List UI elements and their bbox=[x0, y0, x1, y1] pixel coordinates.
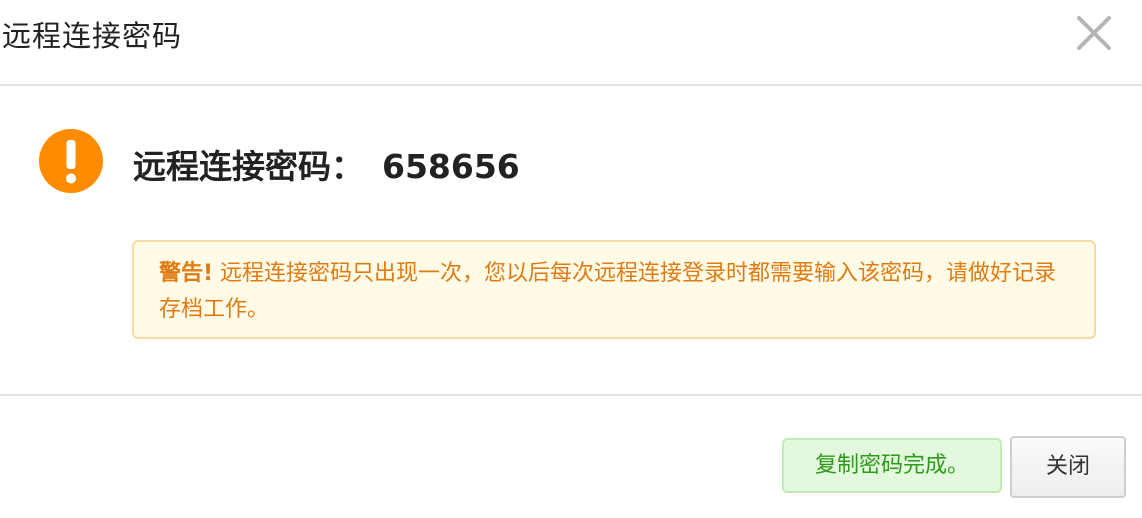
close-x-icon[interactable] bbox=[1074, 13, 1114, 53]
password-label: 远程连接密码： bbox=[133, 147, 364, 186]
password-row: 远程连接密码： 658656 bbox=[133, 144, 520, 190]
remote-password-dialog: 远程连接密码 远程连接密码： 658656 警告! 远程连接密码只出现一次，您以后… bbox=[0, 0, 1142, 518]
copy-success-badge: 复制密码完成。 bbox=[782, 438, 1002, 493]
password-value: 658656 bbox=[382, 147, 520, 186]
dialog-title: 远程连接密码 bbox=[2, 19, 183, 53]
exclamation-circle-icon bbox=[39, 129, 103, 193]
dialog-footer: 复制密码完成。 关闭 bbox=[0, 396, 1142, 518]
close-button[interactable]: 关闭 bbox=[1010, 436, 1126, 498]
dialog-body: 远程连接密码： 658656 警告! 远程连接密码只出现一次，您以后每次远程连接登… bbox=[0, 86, 1142, 396]
dialog-header: 远程连接密码 bbox=[0, 0, 1142, 86]
alert-message: 远程连接密码只出现一次，您以后每次远程连接登录时都需要输入该密码，请做好记录存档… bbox=[159, 261, 1057, 322]
warning-alert: 警告! 远程连接密码只出现一次，您以后每次远程连接登录时都需要输入该密码，请做好… bbox=[132, 240, 1096, 339]
alert-title: 警告! bbox=[159, 261, 214, 286]
